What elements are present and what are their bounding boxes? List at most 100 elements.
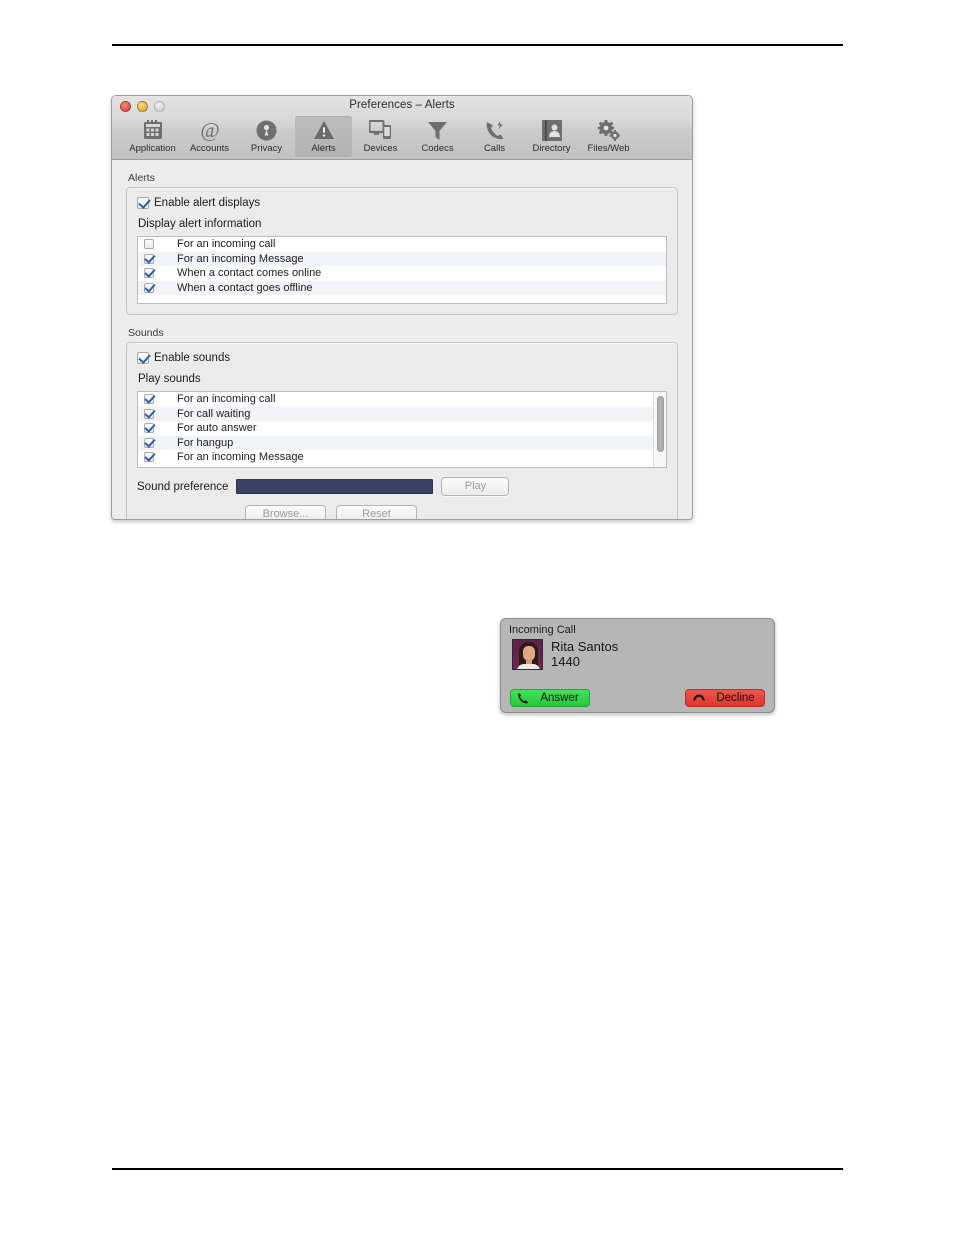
list-item[interactable]: For an incoming Message [138, 251, 666, 266]
enable-sounds-row[interactable]: Enable sounds [137, 352, 667, 364]
answer-button[interactable]: Answer [510, 689, 590, 707]
toolbar-item-label: Devices [363, 143, 398, 154]
list-item[interactable]: When a contact comes online [138, 266, 666, 281]
enable-sounds-checkbox[interactable] [137, 352, 149, 364]
toolbar-item-accounts[interactable]: @ Accounts [181, 116, 238, 157]
list-item[interactable]: For an incoming call [138, 237, 666, 252]
sound-preference-row: Sound preference Play [137, 477, 667, 496]
toolbar-item-label: Accounts [189, 143, 230, 154]
monitor-phone-icon [368, 118, 394, 142]
toolbar-item-label: Application [129, 143, 176, 154]
list-item-label: For auto answer [177, 422, 257, 435]
row-checkbox[interactable] [144, 253, 154, 264]
scrollbar-thumb[interactable] [657, 396, 664, 452]
sound-preference-field[interactable] [236, 479, 434, 494]
phone-handset-icon [518, 693, 528, 704]
window-chrome: Preferences – Alerts Application @ Accou… [112, 96, 692, 160]
toolbar-item-label: Codecs [421, 143, 454, 154]
list-item[interactable]: For call waiting [138, 406, 666, 421]
alerts-group-box: Enable alert displays Display alert info… [126, 187, 678, 315]
row-checkbox[interactable] [144, 282, 154, 293]
toolbar-item-label: Alerts [311, 143, 336, 154]
toolbar-item-devices[interactable]: Devices [352, 116, 409, 157]
phone-handset-icon [482, 118, 508, 142]
funnel-icon [425, 118, 451, 142]
lock-person-icon [254, 118, 280, 142]
row-checkbox[interactable] [144, 437, 154, 448]
svg-text:@: @ [200, 119, 219, 141]
at-sign-icon: @ [197, 118, 223, 142]
alerts-group-title: Alerts [128, 172, 155, 184]
list-item-label: For hangup [177, 436, 234, 449]
alerts-group: Alerts Enable alert displays Display ale… [126, 172, 678, 315]
incoming-call-popup: Incoming Call Rita Santos 1440 Answer De… [500, 618, 775, 713]
preferences-body: Alerts Enable alert displays Display ale… [112, 160, 692, 519]
list-item-label: When a contact goes offline [177, 281, 313, 294]
sounds-group-box: Enable sounds Play sounds For an incomin… [126, 342, 678, 519]
page-footer-rule [112, 1168, 843, 1170]
sounds-group: Sounds Enable sounds Play sounds For an … [126, 327, 678, 519]
list-item[interactable]: For an incoming call [138, 392, 666, 407]
toolbar-item-files-web[interactable]: Files/Web [580, 116, 637, 157]
list-item[interactable]: For auto answer [138, 421, 666, 436]
row-checkbox[interactable] [144, 408, 154, 419]
toolbar-item-label: Privacy [250, 143, 283, 154]
browse-button[interactable]: Browse... [245, 505, 326, 519]
list-item[interactable]: For an incoming Message [138, 450, 666, 465]
list-item-label: For an incoming call [177, 393, 276, 406]
play-sounds-list[interactable]: For an incoming call For call waiting Fo… [137, 391, 667, 468]
toolbar-item-label: Files/Web [587, 143, 630, 154]
play-button[interactable]: Play [441, 477, 510, 496]
decline-button[interactable]: Decline [685, 689, 765, 707]
list-item-label: For call waiting [177, 407, 251, 420]
incoming-call-title: Incoming Call [509, 624, 576, 636]
row-checkbox[interactable] [144, 394, 154, 405]
toolbar-item-application[interactable]: Application [124, 116, 181, 157]
caller-number: 1440 [551, 654, 580, 669]
enable-alert-displays-label: Enable alert displays [154, 197, 261, 209]
toolbar-item-label: Directory [532, 143, 571, 154]
toolbar-item-alerts[interactable]: Alerts [295, 116, 352, 157]
toolbar-item-calls[interactable]: Calls [466, 116, 523, 157]
list-item-label: For an incoming Message [177, 252, 304, 265]
list-item[interactable]: When a contact goes offline [138, 280, 666, 295]
preferences-toolbar: Application @ Accounts Privacy Alerts De… [124, 116, 637, 157]
toolbar-item-codecs[interactable]: Codecs [409, 116, 466, 157]
list-item-label: For an incoming Message [177, 451, 304, 464]
display-alert-information-label: Display alert information [138, 218, 262, 230]
enable-sounds-label: Enable sounds [154, 352, 231, 364]
preferences-window: Preferences – Alerts Application @ Accou… [111, 95, 693, 520]
warning-triangle-icon [311, 118, 337, 142]
list-item-label: For an incoming call [177, 238, 276, 251]
list-item-label: When a contact comes online [177, 267, 322, 280]
window-title: Preferences – Alerts [349, 99, 455, 111]
answer-label: Answer [540, 692, 579, 704]
toolbar-item-privacy[interactable]: Privacy [238, 116, 295, 157]
play-sounds-scrollbar[interactable] [653, 392, 666, 467]
document-page: Preferences – Alerts Application @ Accou… [0, 0, 954, 1235]
decline-label: Decline [716, 692, 755, 704]
call-action-buttons: Answer Decline [501, 689, 774, 707]
reset-button[interactable]: Reset [336, 505, 417, 519]
enable-alert-displays-row[interactable]: Enable alert displays [137, 197, 667, 209]
avatar [512, 639, 543, 670]
caller-name: Rita Santos [551, 639, 619, 654]
phone-hangup-icon [693, 694, 705, 701]
row-checkbox[interactable] [144, 423, 154, 434]
sounds-group-title: Sounds [128, 327, 164, 339]
toolbar-item-directory[interactable]: Directory [523, 116, 580, 157]
play-sounds-label: Play sounds [138, 373, 201, 385]
list-item[interactable]: For hangup [138, 435, 666, 450]
row-checkbox[interactable] [144, 268, 154, 279]
title-bar[interactable]: Preferences – Alerts [112, 96, 692, 118]
sound-action-buttons: Browse... Reset [137, 505, 667, 519]
alert-information-list[interactable]: For an incoming call For an incoming Mes… [137, 236, 667, 304]
contact-card-icon [539, 118, 565, 142]
enable-alert-displays-checkbox[interactable] [137, 197, 149, 209]
row-checkbox[interactable] [144, 452, 154, 463]
row-checkbox[interactable] [144, 239, 154, 250]
page-header-rule [112, 44, 843, 46]
caller-info: Rita Santos 1440 [501, 636, 774, 670]
gears-icon [596, 118, 622, 142]
toolbar-item-label: Calls [483, 143, 506, 154]
